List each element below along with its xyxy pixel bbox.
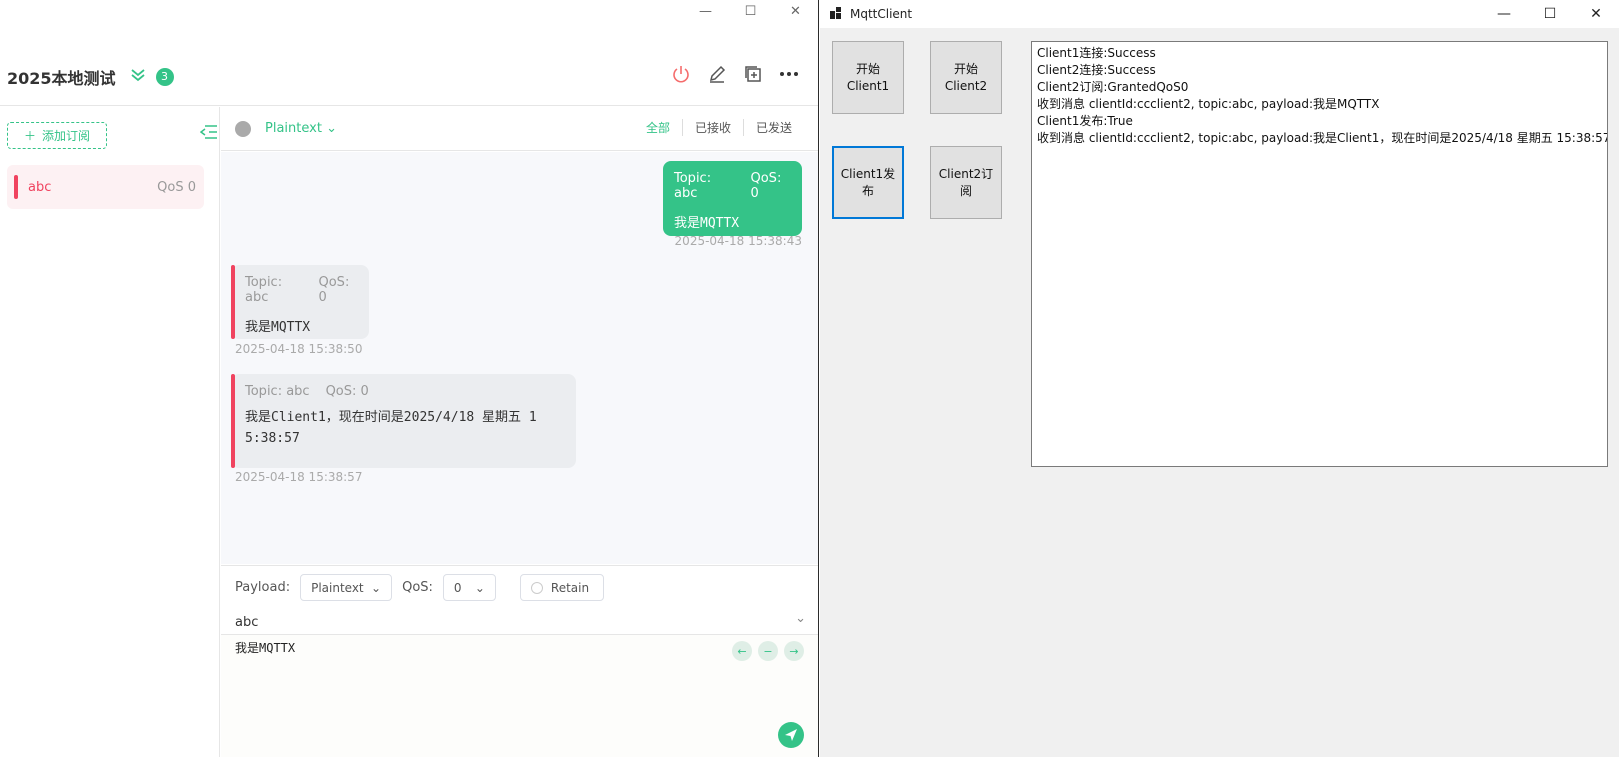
message-topic: Topic: abc (245, 275, 283, 305)
chevron-down-icon[interactable]: ⌄ (795, 611, 806, 626)
qos-dropdown[interactable]: 0 ⌄ (442, 574, 496, 601)
window-controls: — ☐ ✕ (1481, 0, 1619, 28)
close-button[interactable]: ✕ (773, 0, 818, 22)
send-button[interactable] (778, 722, 804, 748)
add-subscription-label: 添加订阅 (42, 129, 91, 143)
send-icon (785, 729, 797, 741)
window-controls: — ☐ ✕ (683, 0, 818, 22)
payload-format-value: Plaintext (265, 121, 322, 136)
log-line: 收到消息 clientId:ccclient2, topic:abc, payl… (1037, 97, 1380, 111)
log-line: Client2订阅:GrantedQoS0 (1037, 80, 1189, 94)
filter-sent[interactable]: 已发送 (742, 119, 804, 136)
message-bubble-received[interactable]: Topic: abc QoS: 0 我是Client1，现在时间是2025/4/1… (231, 374, 576, 468)
window-title: MqttClient (850, 7, 913, 21)
message-payload: 我是MQTTX (245, 320, 311, 335)
message-qos: QoS: 0 (750, 171, 782, 201)
log-line: 收到消息 clientId:ccclient2, topic:abc, payl… (1037, 131, 1608, 145)
subscription-topic: abc (28, 179, 52, 195)
connection-header: 2025本地测试 3 (0, 48, 818, 106)
add-subscription-button[interactable]: ＋ 添加订阅 (7, 122, 107, 149)
minimize-button[interactable]: — (1481, 0, 1527, 28)
chevron-down-icon: ⌄ (371, 580, 382, 595)
plus-icon: ＋ (23, 129, 36, 143)
message-filters: 全部 已接收 已发送 (634, 119, 804, 136)
start-client1-button[interactable]: 开始 Client1 (832, 41, 904, 114)
maximize-button[interactable]: ☐ (1527, 0, 1573, 28)
power-icon[interactable] (670, 62, 692, 86)
subscription-color-bar (14, 175, 18, 199)
payload-format-select[interactable]: Plaintext ⌄ (265, 121, 337, 136)
connection-name: 2025本地测试 (7, 68, 116, 88)
message-qos: QoS: 0 (325, 384, 369, 399)
chevron-double-down-icon[interactable] (130, 68, 146, 86)
status-dot-icon (235, 120, 251, 137)
message-time: 2025-04-18 15:38:57 (235, 470, 363, 484)
qos-dropdown-value: 0 (453, 580, 462, 595)
message-time: 2025-04-18 15:38:50 (235, 342, 363, 356)
message-topic: Topic: abc (245, 384, 310, 399)
subscription-qos: QoS 0 (157, 179, 196, 195)
message-payload: 我是MQTTX (674, 216, 740, 231)
history-back-icon[interactable]: ← (732, 641, 752, 661)
message-qos: QoS: 0 (318, 275, 350, 305)
retain-label: Retain (550, 580, 590, 595)
log-line: Client1连接:Success (1037, 46, 1156, 60)
client1-publish-button[interactable]: Client1发 布 (832, 146, 904, 219)
message-payload: 我是Client1，现在时间是2025/4/18 星期五 1 5:38:57 (245, 407, 564, 449)
message-count-badge: 3 (155, 67, 174, 86)
edit-icon[interactable] (706, 62, 728, 86)
more-icon[interactable] (778, 62, 800, 86)
message-payload-line: 我是Client1，现在时间是2025/4/18 星期五 1 (245, 410, 537, 425)
log-line: Client2连接:Success (1037, 63, 1156, 77)
history-forward-icon[interactable]: → (784, 641, 804, 661)
maximize-button[interactable]: ☐ (728, 0, 773, 22)
mqttx-window: — ☐ ✕ 2025本地测试 3 ＋ 添加订阅 abc QoS 0 Plaint… (0, 0, 819, 757)
collapse-sidebar-icon[interactable] (199, 125, 218, 143)
filter-all[interactable]: 全部 (634, 119, 682, 136)
mqttclient-window: MqttClient — ☐ ✕ 开始 Client1 开始 Client2 C… (820, 0, 1619, 757)
app-icon (830, 6, 842, 22)
message-bubble-sent[interactable]: Topic: abc QoS: 0 我是MQTTX (663, 161, 802, 236)
message-bubble-received[interactable]: Topic: abc QoS: 0 我是MQTTX (231, 265, 369, 339)
chevron-down-icon: ⌄ (474, 580, 485, 595)
payload-label: Payload: (235, 580, 291, 595)
header-actions (670, 62, 800, 86)
log-line: Client1发布:True (1037, 114, 1133, 128)
history-buttons: ← − → (732, 641, 804, 661)
retain-radio-icon (530, 581, 543, 594)
topic-input[interactable]: abc (235, 611, 805, 633)
message-topic: Topic: abc (674, 171, 712, 201)
subscription-sidebar: ＋ 添加订阅 abc QoS 0 (0, 107, 220, 757)
client2-subscribe-button[interactable]: Client2订 阅 (930, 146, 1002, 219)
compose-panel: Payload: Plaintext ⌄ QoS: 0 ⌄ Retain abc ⌄… (221, 565, 818, 757)
payload-format-dropdown-value: Plaintext (311, 580, 364, 595)
filter-received[interactable]: 已接收 (681, 119, 743, 136)
start-client2-button[interactable]: 开始 Client2 (930, 41, 1002, 114)
log-textbox[interactable]: Client1连接:Success Client2连接:Success Clie… (1031, 41, 1608, 467)
message-topbar: Plaintext ⌄ 全部 已接收 已发送 (221, 107, 818, 151)
new-window-icon[interactable] (742, 62, 764, 86)
qos-label: QoS: (402, 580, 433, 595)
minimize-button[interactable]: — (683, 0, 728, 22)
message-time: 2025-04-18 15:38:43 (674, 234, 802, 248)
payload-format-dropdown[interactable]: Plaintext ⌄ (300, 574, 393, 601)
retain-checkbox[interactable]: Retain (519, 574, 605, 601)
chevron-down-icon: ⌄ (326, 121, 337, 136)
message-list: Topic: abc QoS: 0 我是MQTTX 2025-04-18 15:3… (221, 152, 818, 564)
close-button[interactable]: ✕ (1573, 0, 1619, 28)
history-clear-icon[interactable]: − (758, 641, 778, 661)
payload-text: 我是MQTTX (235, 641, 296, 655)
subscription-item[interactable]: abc QoS 0 (7, 165, 204, 209)
payload-editor[interactable]: 我是MQTTX ← − → (221, 634, 818, 757)
message-payload-line: 5:38:57 (245, 431, 300, 446)
compose-options: Payload: Plaintext ⌄ QoS: 0 ⌄ Retain (235, 574, 605, 601)
title-bar: MqttClient — ☐ ✕ (820, 0, 1619, 28)
